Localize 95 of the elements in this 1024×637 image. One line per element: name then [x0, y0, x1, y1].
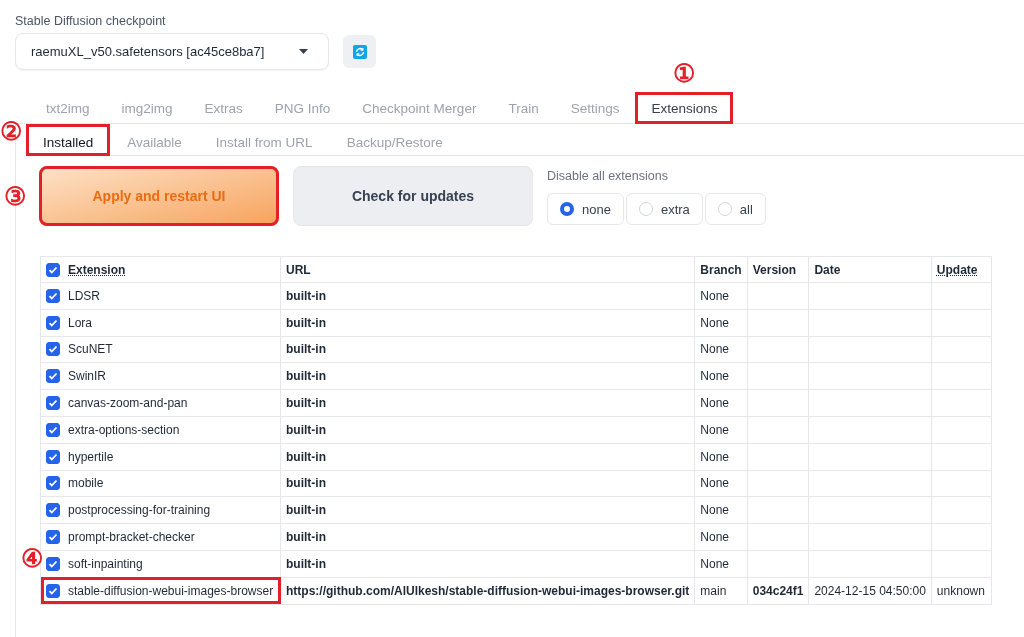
url-text: built-in: [286, 422, 326, 437]
check-updates-button[interactable]: Check for updates: [293, 166, 533, 226]
check-icon: [48, 585, 58, 596]
check-icon: [48, 290, 58, 301]
callout-number: ③: [4, 183, 26, 209]
column-header: URL: [286, 262, 311, 277]
callout-number: ①: [673, 61, 696, 86]
extension-name: extra-options-section: [68, 422, 180, 437]
check-icon: [48, 478, 58, 489]
checkbox[interactable]: [46, 449, 60, 464]
check-icon: [48, 317, 58, 328]
tab[interactable]: img2img: [105, 92, 189, 124]
checkbox[interactable]: [46, 422, 60, 437]
checkbox[interactable]: [46, 503, 60, 518]
url-text: built-in: [286, 530, 326, 545]
checkbox[interactable]: [46, 530, 60, 545]
url-text: built-in: [286, 556, 326, 571]
check-icon: [48, 264, 58, 275]
url-text: built-in: [286, 288, 326, 303]
column-header: Version: [752, 262, 797, 277]
branch-text: None: [700, 476, 730, 491]
tab[interactable]: PNG Info: [258, 92, 347, 124]
extension-name: LDSR: [68, 288, 100, 303]
branch-text: None: [700, 288, 730, 303]
extension-name: postprocessing-for-training: [68, 503, 211, 518]
refresh-icon: [352, 44, 367, 59]
url-text: built-in: [286, 503, 326, 518]
radio-option[interactable]: all: [704, 193, 766, 225]
tab[interactable]: Train: [492, 92, 555, 124]
url-text: https://github.com/AlUlkesh/stable-diffusion-webui-images-browser.git: [286, 583, 690, 598]
extension-name: soft-inpainting: [68, 556, 143, 571]
branch-text: None: [700, 449, 730, 464]
extension-name: Lora: [68, 315, 93, 330]
branch-text: None: [700, 396, 730, 411]
check-icon: [48, 371, 58, 382]
extension-name: mobile: [68, 476, 104, 491]
checkbox[interactable]: [46, 583, 60, 598]
check-icon: [48, 398, 58, 409]
url-text: built-in: [286, 369, 326, 384]
caret-icon: [299, 49, 308, 54]
callout-number: ④: [21, 545, 43, 571]
extension-name: SwinIR: [68, 369, 106, 384]
url-text: built-in: [286, 396, 326, 411]
branch-text: None: [700, 530, 730, 545]
branch-text: None: [700, 503, 730, 518]
check-icon: [48, 424, 58, 435]
extension-name: stable-diffusion-webui-images-browser: [68, 583, 274, 598]
checkbox[interactable]: [46, 396, 60, 411]
callout-number: ②: [0, 119, 22, 144]
tab[interactable]: Backup/Restore: [329, 124, 460, 156]
check-icon: [48, 451, 58, 462]
extension-name: prompt-bracket-checker: [68, 530, 195, 545]
date-text: 2024-12-15 04:50:00: [814, 583, 926, 598]
column-header[interactable]: Extension: [68, 262, 126, 277]
field-label: Stable Diffusion checkpoint: [15, 14, 167, 28]
checkbox[interactable]: [46, 288, 60, 303]
check-icon: [48, 532, 58, 543]
branch-text: None: [700, 556, 730, 571]
branch-text: None: [700, 369, 730, 384]
extension-name: canvas-zoom-and-pan: [68, 396, 188, 411]
version-text: 034c24f1: [752, 583, 804, 598]
checkbox[interactable]: [46, 262, 60, 277]
checkbox[interactable]: [46, 342, 60, 357]
column-header: Date: [814, 262, 841, 277]
extension-name: ScuNET: [68, 342, 113, 357]
checkbox[interactable]: [46, 476, 60, 491]
refresh-button[interactable]: [343, 35, 376, 68]
check-icon: [48, 558, 58, 569]
url-text: built-in: [286, 342, 326, 357]
url-text: built-in: [286, 449, 326, 464]
radio-option[interactable]: none: [547, 193, 624, 225]
tab[interactable]: Extras: [188, 92, 259, 124]
tab[interactable]: Checkpoint Merger: [346, 92, 493, 124]
url-text: built-in: [286, 315, 326, 330]
radio-option[interactable]: extra: [625, 193, 703, 225]
extension-name: hypertile: [68, 449, 114, 464]
tab[interactable]: txt2img: [30, 92, 106, 124]
tab[interactable]: Settings: [554, 92, 636, 124]
checkpoint-dropdown[interactable]: raemuXL_v50.safetensors [ac45ce8ba7]: [15, 33, 329, 70]
checkbox[interactable]: [46, 369, 60, 384]
branch-text: main: [700, 583, 727, 598]
url-text: built-in: [286, 476, 326, 491]
branch-text: None: [700, 422, 730, 437]
branch-text: None: [700, 315, 730, 330]
check-icon: [48, 344, 58, 355]
tab[interactable]: Available: [110, 124, 199, 156]
check-icon: [48, 505, 58, 516]
branch-text: None: [700, 342, 730, 357]
tab[interactable]: Install from URL: [198, 124, 330, 156]
column-header: Branch: [700, 262, 742, 277]
update-text: unknown: [936, 583, 985, 598]
checkbox[interactable]: [46, 315, 60, 330]
checkbox[interactable]: [46, 556, 60, 571]
radio-group-label: Disable all extensions: [547, 169, 669, 183]
column-header: Update: [936, 262, 978, 277]
